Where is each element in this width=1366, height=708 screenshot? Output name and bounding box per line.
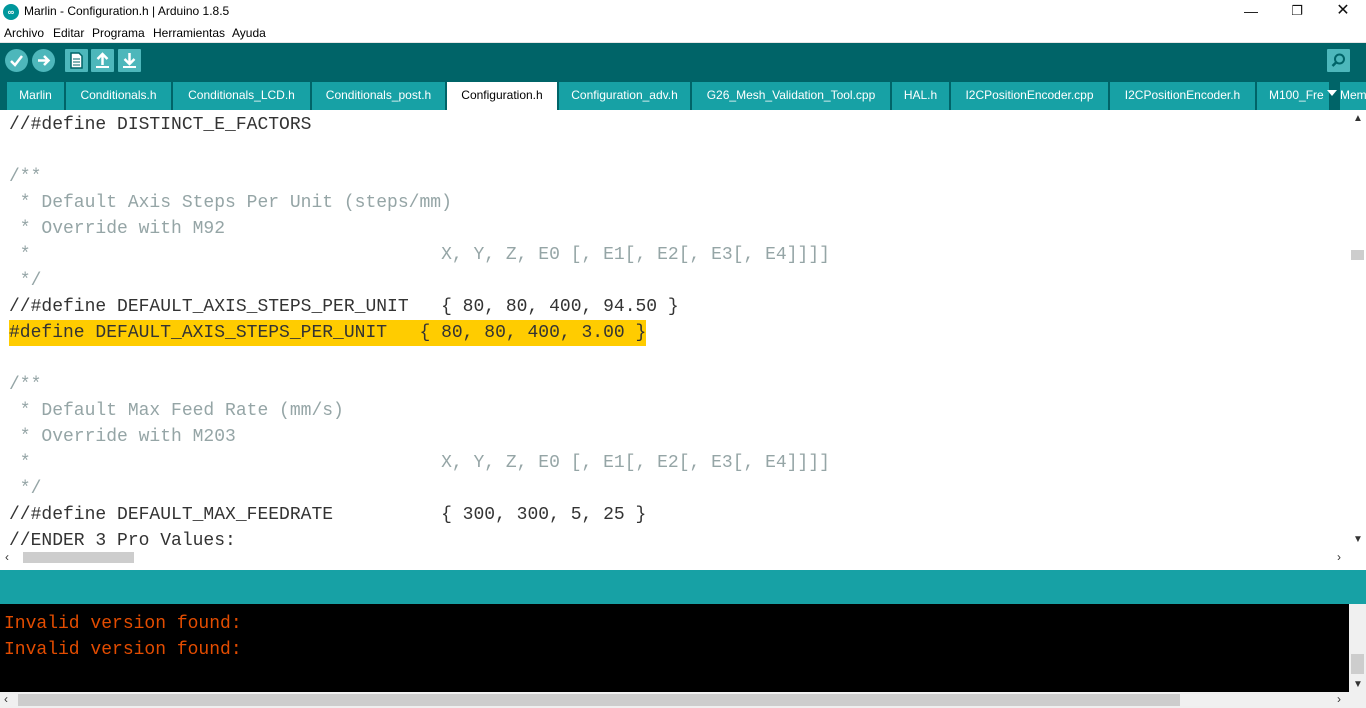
tab-i2c-cpp[interactable]: I2CPositionEncoder.cpp: [951, 82, 1108, 110]
code-editor[interactable]: //#define DISTINCT_E_FACTORS /** * Defau…: [0, 110, 1349, 549]
new-file-icon: [70, 52, 83, 69]
console-horizontal-scrollbar[interactable]: ‹ ›: [0, 692, 1366, 708]
code-line: * Default Axis Steps Per Unit (steps/mm): [9, 193, 452, 213]
scrollbar-thumb[interactable]: [1351, 654, 1364, 674]
tab-conditionals-lcd[interactable]: Conditionals_LCD.h: [173, 82, 310, 110]
tab-conditionals[interactable]: Conditionals.h: [66, 82, 171, 110]
verify-button[interactable]: [5, 49, 28, 72]
menu-archivo[interactable]: Archivo: [4, 26, 44, 40]
arduino-logo-icon: ∞: [3, 4, 19, 20]
tab-mem[interactable]: Mem: [1340, 82, 1366, 110]
tab-conditionals-post[interactable]: Conditionals_post.h: [312, 82, 445, 110]
tab-m100[interactable]: M100_Fre: [1257, 82, 1329, 110]
status-bar: [0, 570, 1366, 604]
tab-i2c-h[interactable]: I2CPositionEncoder.h: [1110, 82, 1255, 110]
scroll-down-icon[interactable]: ▼: [1353, 679, 1363, 690]
scroll-left-icon[interactable]: ‹: [4, 692, 8, 706]
open-button[interactable]: [91, 49, 114, 72]
code-line: */: [9, 479, 42, 499]
console-vertical-scrollbar[interactable]: ▼: [1349, 604, 1366, 692]
magnifier-icon: [1331, 53, 1345, 67]
scroll-down-icon[interactable]: ▼: [1353, 534, 1363, 545]
console-line: Invalid version found:: [4, 640, 242, 660]
code-line: * X, Y, Z, E0 [, E1[, E2[, E3[, E4]]]]: [9, 245, 830, 265]
maximize-button[interactable]: ❐: [1274, 0, 1320, 24]
code-line: * Default Max Feed Rate (mm/s): [9, 401, 344, 421]
menu-programa[interactable]: Programa: [92, 26, 145, 40]
scroll-left-icon[interactable]: ‹: [5, 550, 9, 564]
menu-ayuda[interactable]: Ayuda: [232, 26, 266, 40]
scrollbar-thumb[interactable]: [23, 552, 134, 563]
code-line: /**: [9, 167, 42, 187]
code-line: /**: [9, 375, 42, 395]
code-line: * Override with M203: [9, 427, 236, 447]
tab-configuration-adv[interactable]: Configuration_adv.h: [559, 82, 690, 110]
code-line: * X, Y, Z, E0 [, E1[, E2[, E3[, E4]]]]: [9, 453, 830, 473]
menu-herramientas[interactable]: Herramientas: [153, 26, 225, 40]
title-bar: ∞ Marlin - Configuration.h | Arduino 1.8…: [0, 0, 1366, 24]
serial-monitor-button[interactable]: [1327, 49, 1350, 72]
code-line: //#define DEFAULT_AXIS_STEPS_PER_UNIT { …: [9, 297, 679, 317]
menu-editar[interactable]: Editar: [53, 26, 84, 40]
minimize-button[interactable]: —: [1228, 0, 1274, 24]
arrow-right-icon: [38, 55, 51, 66]
editor-horizontal-scrollbar[interactable]: ‹ ›: [0, 549, 1349, 566]
toolbar: [0, 43, 1366, 78]
check-icon: [10, 55, 23, 67]
arrow-up-icon: [96, 52, 109, 68]
code-line: //#define DEFAULT_MAX_FEEDRATE { 300, 30…: [9, 505, 647, 525]
scrollbar-thumb[interactable]: [1351, 250, 1364, 260]
tab-marlin[interactable]: Marlin: [7, 82, 64, 110]
scroll-right-icon[interactable]: ›: [1337, 692, 1341, 706]
arrow-down-icon: [123, 53, 136, 68]
tab-g26-mesh[interactable]: G26_Mesh_Validation_Tool.cpp: [692, 82, 890, 110]
new-sketch-button[interactable]: [65, 49, 88, 72]
scrollbar-thumb[interactable]: [18, 694, 1180, 706]
code-line: //#define DISTINCT_E_FACTORS: [9, 115, 312, 135]
console-line: Invalid version found:: [4, 614, 242, 634]
scroll-right-icon[interactable]: ›: [1337, 550, 1341, 564]
editor-vertical-scrollbar[interactable]: ▲ ▼: [1349, 110, 1366, 549]
tab-hal[interactable]: HAL.h: [892, 82, 949, 110]
scroll-up-icon[interactable]: ▲: [1353, 113, 1363, 124]
menu-bar: Archivo Editar Programa Herramientas Ayu…: [0, 24, 1366, 43]
save-button[interactable]: [118, 49, 141, 72]
close-button[interactable]: ✕: [1320, 0, 1366, 24]
console-output[interactable]: Invalid version found: Invalid version f…: [0, 604, 1349, 692]
dropdown-arrow-icon[interactable]: [1327, 90, 1337, 96]
code-line: //ENDER 3 Pro Values:: [9, 531, 236, 549]
code-line: * Override with M92: [9, 219, 226, 239]
highlighted-code-line: #define DEFAULT_AXIS_STEPS_PER_UNIT { 80…: [9, 320, 647, 346]
code-line: */: [9, 271, 42, 291]
tab-configuration[interactable]: Configuration.h: [447, 82, 557, 110]
upload-button[interactable]: [32, 49, 55, 72]
window-title: Marlin - Configuration.h | Arduino 1.8.5: [24, 4, 230, 18]
tab-bar: Marlin Conditionals.h Conditionals_LCD.h…: [0, 78, 1366, 110]
